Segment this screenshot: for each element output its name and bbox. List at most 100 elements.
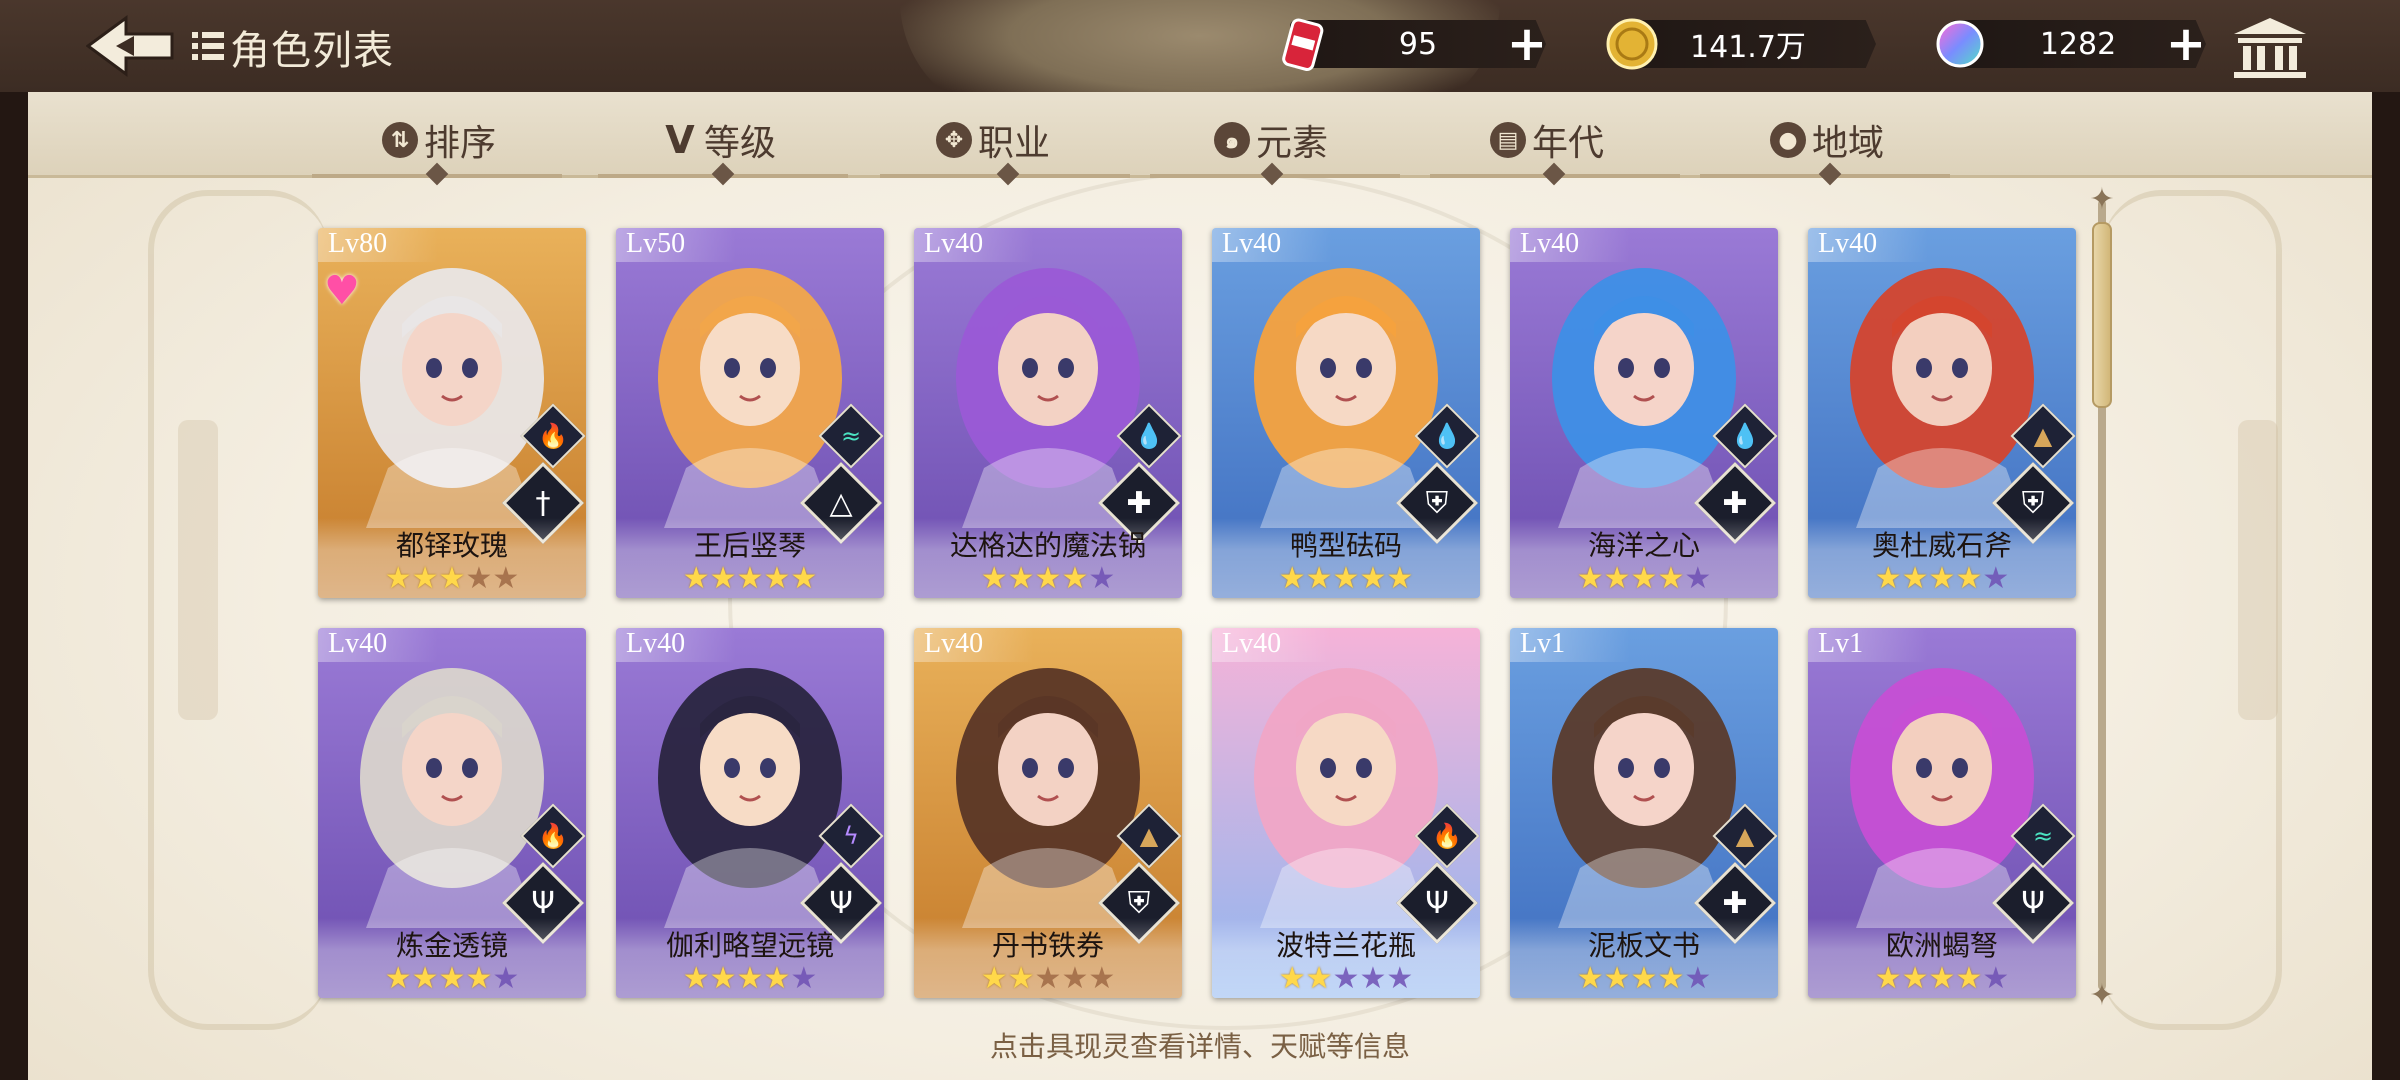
card-star-rating: ★★★★★ [1510, 964, 1778, 994]
card-star-rating: ★★★★★ [1808, 564, 2076, 594]
star-filled-icon: ★ [1901, 961, 1929, 996]
card-level-value: 80 [359, 228, 388, 259]
star-filled-icon: ★ [1901, 561, 1929, 596]
character-card[interactable]: Lv40 ▲ ⛨ 丹书铁券 ★★★★★ [914, 628, 1182, 998]
star-empty-icon: ★ [1034, 961, 1062, 996]
card-level: Lv1 [1808, 628, 1928, 662]
character-card[interactable]: Lv40 💧 ✚ 海洋之心 ★★★★★ [1510, 228, 1778, 598]
character-card[interactable]: Lv40 ▲ ⛨ 奥杜威石斧 ★★★★★ [1808, 228, 2076, 598]
list-icon [192, 32, 224, 60]
card-level-value: 40 [359, 628, 388, 659]
character-card[interactable]: Lv50 ≈ △ 王后竖琴 ★★★★★ [616, 228, 884, 598]
star-filled-icon: ★ [438, 961, 466, 996]
card-level-prefix: Lv [328, 228, 360, 259]
left-ornament [148, 190, 328, 1030]
star-filled-icon: ★ [980, 561, 1008, 596]
star-filled-icon: ★ [1874, 961, 1902, 996]
hint-text: 点击具现灵查看详情、天赋等信息 [989, 1030, 1410, 1063]
star-filled-icon: ★ [1576, 961, 1604, 996]
character-card[interactable]: Lv40 🔥 Ψ 波特兰花瓶 ★★★★★ [1212, 628, 1480, 998]
right-pillar-ornament [2238, 420, 2278, 720]
card-level-value: 40 [1253, 228, 1282, 259]
museum-icon[interactable] [2230, 16, 2310, 80]
card-level-value: 40 [1849, 228, 1878, 259]
back-arrow-icon [85, 15, 174, 77]
card-level: Lv40 [914, 628, 1034, 662]
star-filled-icon: ★ [1603, 561, 1631, 596]
filter-era-button[interactable]: ▤ 年代 [1490, 116, 1604, 164]
card-level-prefix: Lv [1520, 228, 1552, 259]
card-level-value: 50 [657, 228, 686, 259]
filter-class-button[interactable]: ✥ 职业 [936, 116, 1050, 164]
card-level: Lv50 [616, 228, 736, 262]
card-level-value: 1 [1849, 628, 1864, 659]
character-card[interactable]: Lv40 💧 ⛨ 鸭型砝码 ★★★★★ [1212, 228, 1480, 598]
star-empty-icon: ★ [1982, 961, 2010, 996]
left-pillar-ornament [178, 420, 218, 720]
page-title: 角色列表 [230, 28, 394, 74]
character-card[interactable]: Lv80 ♥ 🔥 † 都铎玫瑰 ★★★★★ [318, 228, 586, 598]
star-filled-icon: ★ [1386, 561, 1414, 596]
element-swirl-icon: ๑ [1214, 122, 1250, 158]
scroll-bottom-ornament: ✦ [2089, 978, 2115, 1013]
card-level: Lv1 [1510, 628, 1630, 662]
card-level-prefix: Lv [924, 628, 956, 659]
gold-value: 141.7万 [1690, 30, 1806, 65]
card-star-rating: ★★★★★ [1808, 964, 2076, 994]
card-name: 丹书铁券 [991, 929, 1104, 962]
star-empty-icon: ★ [1088, 961, 1116, 996]
character-card[interactable]: Lv40 🔥 Ψ 炼金透镜 ★★★★★ [318, 628, 586, 998]
star-filled-icon: ★ [1034, 561, 1062, 596]
star-filled-icon: ★ [1955, 561, 1983, 596]
character-card[interactable]: Lv1 ▲ ✚ 泥板文书 ★★★★★ [1510, 628, 1778, 998]
star-filled-icon: ★ [1305, 961, 1333, 996]
scroll-top-ornament: ✦ [2089, 182, 2115, 217]
card-star-rating: ★★★★★ [914, 964, 1182, 994]
star-filled-icon: ★ [980, 961, 1008, 996]
card-level-prefix: Lv [1222, 628, 1254, 659]
star-filled-icon: ★ [1955, 961, 1983, 996]
star-filled-icon: ★ [763, 561, 791, 596]
add-gem-button[interactable]: + [2164, 20, 2208, 68]
star-filled-icon: ★ [411, 961, 439, 996]
star-filled-icon: ★ [1061, 561, 1089, 596]
card-name: 海洋之心 [1587, 529, 1700, 562]
star-filled-icon: ★ [1576, 561, 1604, 596]
card-level-value: 40 [1551, 228, 1580, 259]
card-level-prefix: Lv [924, 228, 956, 259]
red-can-icon [1282, 18, 1324, 71]
star-filled-icon: ★ [1657, 961, 1685, 996]
add-stamina-button[interactable]: + [1505, 20, 1549, 68]
favorite-heart-icon: ♥ [324, 268, 360, 314]
scrollbar-thumb[interactable] [2092, 222, 2112, 408]
card-level-value: 40 [955, 228, 984, 259]
star-filled-icon: ★ [384, 561, 412, 596]
card-level-prefix: Lv [1222, 228, 1254, 259]
card-name: 欧洲蝎弩 [1885, 929, 1998, 962]
card-level-prefix: Lv [626, 628, 658, 659]
character-card[interactable]: Lv40 ϟ Ψ 伽利略望远镜 ★★★★★ [616, 628, 884, 998]
star-filled-icon: ★ [1603, 961, 1631, 996]
filter-sort-button[interactable]: ⇅ 排序 [382, 116, 496, 164]
card-level-prefix: Lv [328, 628, 360, 659]
card-star-rating: ★★★★★ [318, 964, 586, 994]
card-name: 鸭型砝码 [1289, 529, 1402, 562]
star-filled-icon: ★ [1928, 561, 1956, 596]
card-level: Lv80 [318, 228, 438, 262]
card-star-rating: ★★★★★ [616, 964, 884, 994]
star-filled-icon: ★ [1657, 561, 1685, 596]
character-card[interactable]: Lv40 💧 ✚ 达格达的魔法锅 ★★★★★ [914, 228, 1182, 598]
filter-region-button[interactable]: ● 地域 [1770, 116, 1884, 164]
level-v-icon: V [665, 118, 695, 162]
gold-coin-icon [1606, 18, 1658, 70]
filter-element-button[interactable]: ๑ 元素 [1214, 116, 1328, 164]
back-button[interactable] [85, 14, 176, 78]
card-level: Lv40 [318, 628, 438, 662]
card-level: Lv40 [1808, 228, 1928, 262]
star-empty-icon: ★ [1386, 961, 1414, 996]
filter-region-label: 地域 [1812, 123, 1885, 164]
character-card[interactable]: Lv1 ≈ Ψ 欧洲蝎弩 ★★★★★ [1808, 628, 2076, 998]
filter-bar [28, 92, 2372, 178]
card-star-rating: ★★★★★ [318, 564, 586, 594]
filter-level-button[interactable]: V 等级 [662, 116, 776, 164]
